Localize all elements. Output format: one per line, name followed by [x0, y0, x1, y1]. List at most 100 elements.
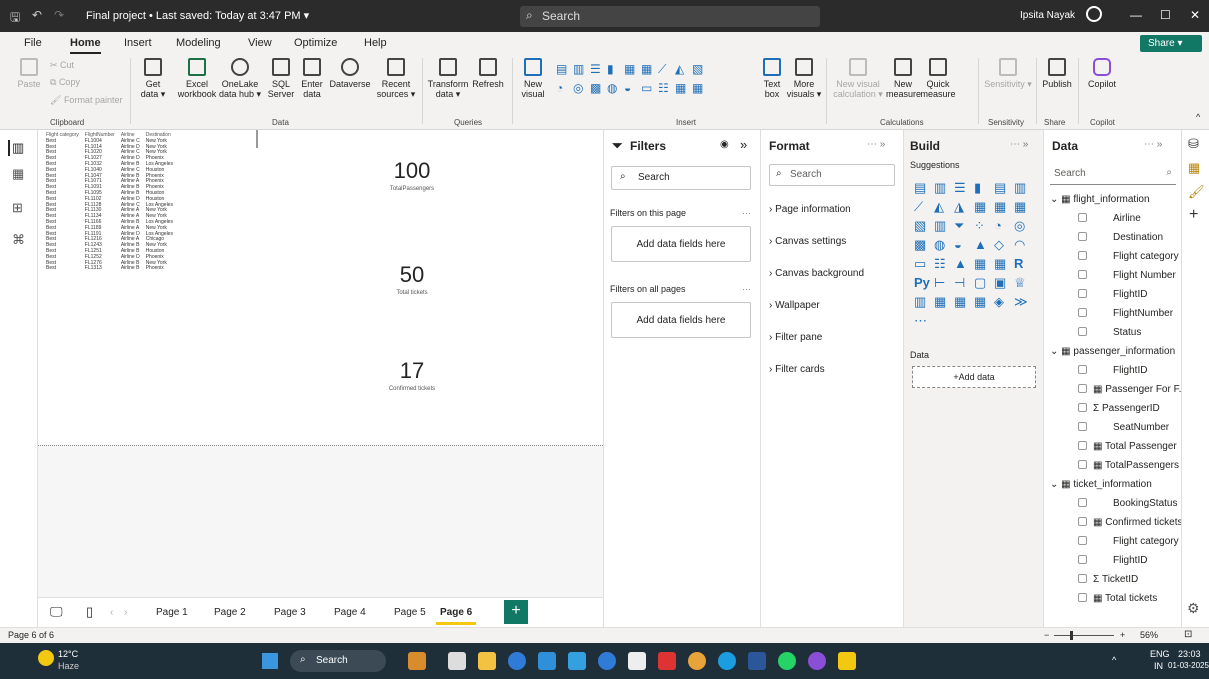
table-node-flight_information[interactable]: ⌄ ▦ flight_information [1050, 194, 1150, 205]
save-icon[interactable]: 🖫 [10, 8, 20, 29]
enter-data-button[interactable]: Enter data [298, 58, 326, 99]
transform-data-button[interactable]: Transform data ▾ [426, 58, 470, 99]
quick-measure-button[interactable]: Quick measure [920, 58, 956, 99]
stacked-area-icon[interactable]: ◮ [954, 199, 974, 218]
field-item[interactable]: FlightID [1078, 365, 1147, 376]
line-chart-icon[interactable]: ⟋ [914, 199, 934, 218]
metrics-icon[interactable]: ▦ [974, 294, 994, 313]
windows-start-icon[interactable] [262, 653, 278, 669]
field-checkbox[interactable] [1078, 384, 1087, 393]
file-explorer-icon[interactable] [478, 652, 496, 670]
notes-app-icon[interactable] [628, 652, 646, 670]
maximize-icon[interactable]: ☐ [1160, 8, 1171, 22]
more-options-icon[interactable]: … [742, 206, 751, 216]
clustered-bar-icon[interactable]: ☰ [954, 180, 974, 199]
store-icon[interactable] [538, 652, 556, 670]
gauge-icon[interactable]: ◠ [1014, 237, 1034, 256]
clustered-bar-icon[interactable]: ☰ [590, 62, 606, 80]
field-checkbox[interactable] [1078, 365, 1087, 374]
field-checkbox[interactable] [1078, 422, 1087, 431]
model-view-icon[interactable]: ⊞ [12, 200, 23, 216]
zoom-in-icon[interactable]: + [1120, 630, 1125, 640]
page-tab-2[interactable]: Page 2 [214, 607, 246, 618]
data-search-input[interactable]: Search ⌕ [1050, 163, 1176, 185]
task-view-icon[interactable] [448, 652, 466, 670]
mcafee-icon[interactable] [658, 652, 676, 670]
shape-map-icon[interactable]: ◇ [994, 237, 1014, 256]
funnel-icon[interactable]: ⏷ [954, 218, 974, 237]
more-options-icon[interactable]: ⋯ » [867, 139, 885, 150]
page-tab-3[interactable]: Page 3 [274, 607, 306, 618]
share-button[interactable]: Share ▾ [1140, 35, 1202, 52]
field-checkbox[interactable] [1078, 536, 1087, 545]
table-view-icon[interactable]: ▦ [12, 166, 24, 182]
field-checkbox[interactable] [1078, 555, 1087, 564]
narrative-icon[interactable]: ▣ [994, 275, 1014, 294]
field-item[interactable]: Flight category [1078, 251, 1179, 262]
report-view-icon[interactable]: ▥ [8, 140, 24, 156]
flight-table-visual[interactable]: Flight category FlightNumber Airline Des… [46, 132, 179, 272]
more-options-icon[interactable]: ⋯ » [1144, 139, 1162, 150]
power-automate-icon[interactable]: ▦ [954, 294, 974, 313]
eye-icon[interactable]: ◉ [720, 139, 729, 150]
clock-time[interactable]: 23:03 [1178, 649, 1201, 659]
field-item[interactable]: ▦ TotalPassengers [1078, 460, 1179, 471]
add-pane-icon[interactable]: + [1189, 206, 1198, 224]
copilot-app-icon[interactable] [598, 652, 616, 670]
field-item[interactable]: ▦ Total Passenger [1078, 441, 1177, 452]
build-pane-icon[interactable]: ▦ [1188, 160, 1200, 176]
temperature[interactable]: 12°C [58, 649, 78, 659]
chevron-icon[interactable]: ≫ [1014, 294, 1034, 313]
table-scrollbar[interactable] [256, 130, 258, 148]
text-box-button[interactable]: Text box [758, 58, 786, 99]
field-item[interactable]: SeatNumber [1078, 422, 1169, 433]
field-checkbox[interactable] [1078, 270, 1087, 279]
stacked-column-icon[interactable]: ▥ [934, 180, 954, 199]
section-canvas-background[interactable]: › Canvas background [769, 268, 864, 279]
field-checkbox[interactable] [1078, 593, 1087, 602]
field-checkbox[interactable] [1078, 213, 1087, 222]
copy-button[interactable]: ⧉ Copy [50, 77, 80, 87]
line-clustered-icon[interactable]: ▦ [994, 199, 1014, 218]
chevron-right-icon[interactable]: › [124, 607, 127, 618]
field-checkbox[interactable] [1078, 403, 1087, 412]
azure-map-icon[interactable]: ▲ [974, 237, 994, 256]
filters-search-input[interactable]: ⌕ Search [611, 166, 751, 190]
page-tab-5[interactable]: Page 5 [394, 607, 426, 618]
field-item[interactable]: Flight Number [1078, 270, 1176, 281]
menu-optimize[interactable]: Optimize [294, 37, 337, 49]
stacked-column-icon[interactable]: ▥ [573, 62, 589, 80]
section-wallpaper[interactable]: › Wallpaper [769, 300, 820, 311]
menu-help[interactable]: Help [364, 37, 387, 49]
diamond-icon[interactable]: ◈ [994, 294, 1014, 313]
field-item[interactable]: Airline [1078, 213, 1141, 224]
field-item[interactable]: Σ TicketID [1078, 574, 1138, 585]
line-chart-icon[interactable]: ⟋ [658, 62, 674, 80]
stacked-bar-icon[interactable]: ▤ [914, 180, 934, 199]
report-canvas[interactable]: Flight category FlightNumber Airline Des… [38, 130, 603, 597]
dax-query-view-icon[interactable]: ⌘ [12, 232, 25, 248]
card-icon[interactable]: ▭ [641, 81, 657, 99]
data-pane-icon[interactable]: ⛁ [1188, 136, 1199, 152]
100-bar-icon[interactable]: ▤ [994, 180, 1014, 199]
ribbon-chart-icon[interactable]: ▧ [914, 218, 934, 237]
add-data-button[interactable]: +Add data [912, 366, 1036, 388]
more-visuals-button[interactable]: More visuals ▾ [786, 58, 822, 99]
100-bar-icon[interactable]: ▦ [624, 62, 640, 80]
page-filter-dropzone[interactable]: Add data fields here [611, 226, 751, 262]
edge-browser-icon[interactable] [508, 652, 526, 670]
page-tab-6[interactable]: Page 6 [436, 605, 477, 625]
onelake-button[interactable]: OneLake data hub ▾ [218, 58, 262, 99]
weather-icon[interactable] [38, 650, 54, 666]
mobile-view-icon[interactable]: ▯ [86, 604, 93, 620]
section-page-information[interactable]: › Page information [769, 204, 851, 215]
monitor-view-icon[interactable]: 🖵 [50, 604, 63, 620]
section-canvas-settings[interactable]: › Canvas settings [769, 236, 846, 247]
field-item[interactable]: Destination [1078, 232, 1163, 243]
taskbar-search[interactable]: ⌕ Search [290, 650, 386, 672]
scatter-icon[interactable]: ⁘ [974, 218, 994, 237]
donut-icon[interactable]: ◎ [573, 81, 589, 99]
zoom-out-icon[interactable]: − [1044, 630, 1049, 640]
treemap-icon[interactable]: ▩ [914, 237, 934, 256]
refresh-button[interactable]: Refresh [470, 58, 506, 89]
